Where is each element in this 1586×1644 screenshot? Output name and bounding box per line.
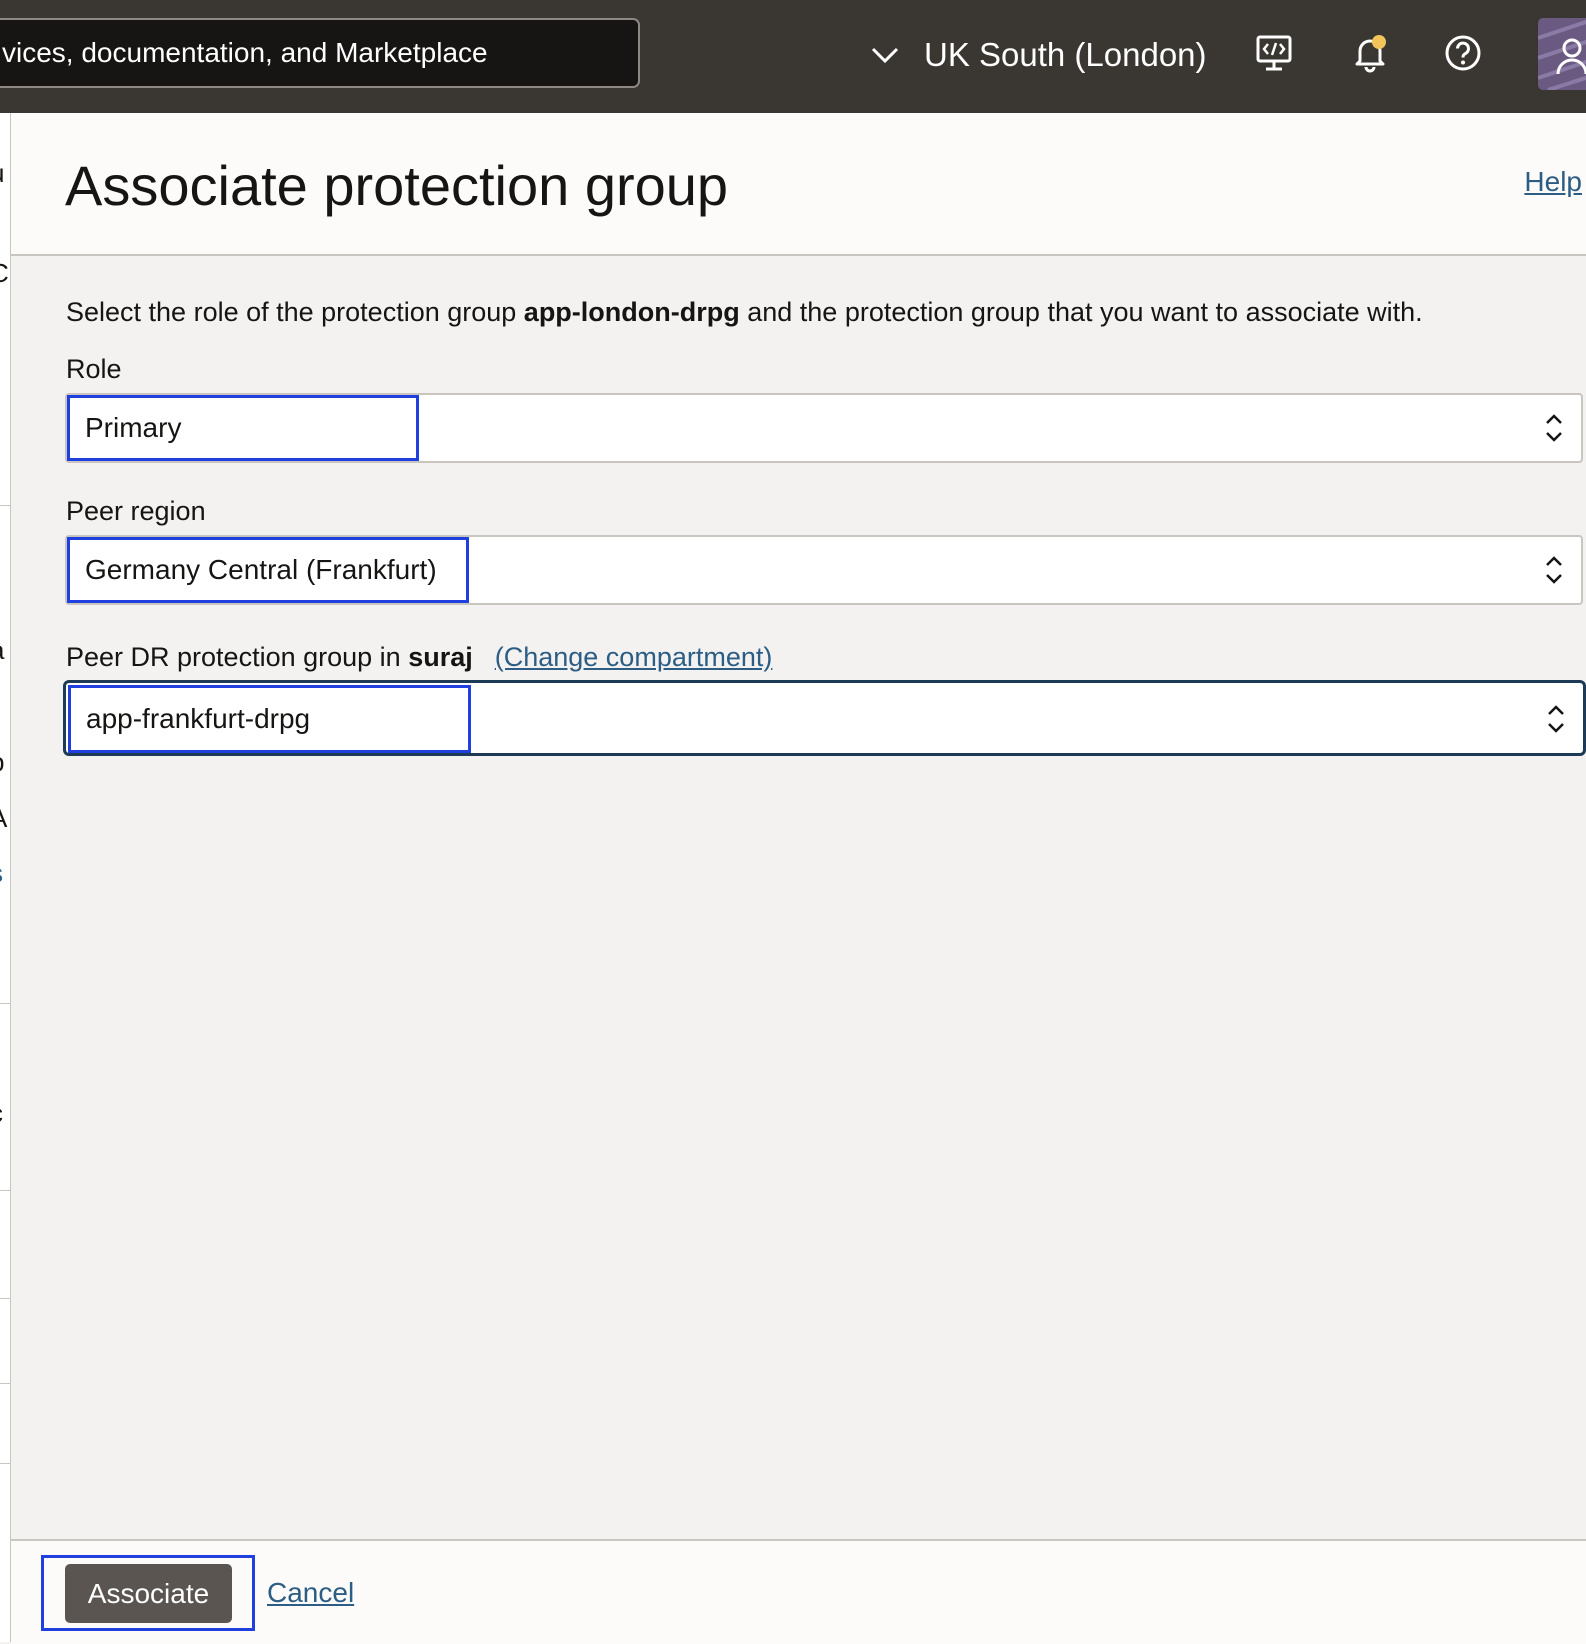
background-page: u C r a : p A s c [0,113,11,1642]
peer-group-label-prefix: Peer DR protection group in [66,642,409,672]
panel-header: Associate protection group Help [11,113,1586,256]
background-text: : [0,691,10,722]
peer-region-label: Peer region [66,496,206,526]
peer-region-select[interactable]: Germany Central (Frankfurt) [65,535,1583,605]
peer-group-value: app-frankfurt-drpg [68,685,471,753]
background-text: r [0,528,10,559]
compartment-name: suraj [408,642,473,672]
divider [0,1383,10,1384]
peer-group-label: Peer DR protection group in suraj (Change… [66,642,772,673]
background-text: u [0,158,10,189]
updown-chevron-icon [1546,414,1562,442]
background-text: C [0,258,10,289]
help-circle-icon[interactable] [1443,33,1483,73]
cancel-link[interactable]: Cancel [267,1577,354,1609]
top-bar: vices, documentation, and Marketplace UK… [0,0,1586,113]
role-select[interactable]: Primary [65,393,1583,463]
peer-group-select[interactable]: app-frankfurt-drpg [63,680,1586,756]
panel-footer: Associate Cancel [11,1539,1586,1644]
intro-group-name: app-london-drpg [523,297,740,327]
associate-button[interactable]: Associate [65,1564,232,1623]
associate-panel: Associate protection group Help Select t… [11,113,1586,1644]
chevron-down-icon [871,47,899,64]
role-value: Primary [67,395,419,461]
background-text: A [0,803,10,834]
updown-chevron-icon [1548,705,1564,733]
background-text: a [0,635,10,666]
divider [0,505,10,506]
bell-icon[interactable] [1350,33,1390,73]
intro-prefix: Select the role of the protection group [66,297,524,327]
intro-suffix: and the protection group that you want t… [739,297,1423,327]
divider [0,1190,10,1191]
intro-text: Select the role of the protection group … [66,297,1423,328]
background-text: p [0,747,10,778]
page-title: Associate protection group [65,154,729,217]
role-label: Role [66,354,122,384]
help-link[interactable]: Help [1524,166,1582,198]
updown-chevron-icon [1546,556,1562,584]
divider [0,1298,10,1299]
background-text: c [0,1098,10,1129]
search-input[interactable]: vices, documentation, and Marketplace [0,18,640,88]
peer-region-value: Germany Central (Frankfurt) [67,537,469,603]
change-compartment-link[interactable]: (Change compartment) [495,642,773,672]
cloud-shell-icon[interactable] [1254,33,1294,73]
region-name: UK South (London) [924,36,1207,73]
divider [0,1003,10,1004]
background-text: s [0,858,10,889]
divider [0,1463,10,1464]
user-icon [1538,19,1586,90]
region-selector[interactable]: UK South (London) [868,30,1207,80]
avatar[interactable] [1538,18,1586,90]
